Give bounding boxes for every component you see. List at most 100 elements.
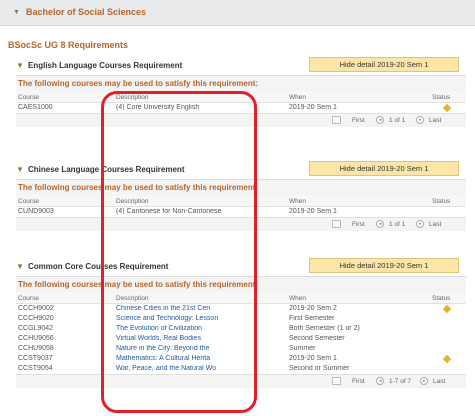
course-code: CAES1000 <box>18 104 53 111</box>
requirement-bar-text: The following courses may be used to sat… <box>18 183 259 192</box>
course-description-link[interactable]: Virtual Worlds, Real Bodies <box>116 335 251 342</box>
requirement-bar: The following courses may be used to sat… <box>16 276 466 292</box>
col-status: Status <box>432 295 451 302</box>
course-when: Second or Summer <box>289 365 350 372</box>
grid-header: Course Description When Status <box>16 292 466 304</box>
course-description-link[interactable]: War, Peace, and the Natural Wo <box>116 365 251 372</box>
course-when: 2019-20 Sem 2 <box>289 305 337 312</box>
course-code: CCST9054 <box>18 365 53 372</box>
course-when: Both Semester (1 or 2) <box>289 325 360 332</box>
course-code: CCHU9058 <box>18 345 54 352</box>
requirement-bar: The following courses may be used to sat… <box>16 179 466 195</box>
circle-arrow-icon[interactable]: ◂ <box>376 377 384 385</box>
pager-range: 1-7 of 7 <box>389 378 412 385</box>
col-status: Status <box>432 94 451 101</box>
course-code: CCST9037 <box>18 355 53 362</box>
circle-arrow-icon[interactable]: ◂ <box>376 116 384 124</box>
grid-header: Course Description When Status <box>16 91 466 103</box>
program-header[interactable]: ▼ Bachelor of Social Sciences <box>0 0 475 26</box>
requirement-bar: The following courses may be used to sat… <box>16 75 466 91</box>
section-common-core: ▼ Common Core Courses Requirement Hide d… <box>16 258 466 388</box>
section-header: ▼ English Language Courses Requirement H… <box>16 57 466 75</box>
col-when: When <box>289 198 306 205</box>
collapse-triangle-icon[interactable]: ▼ <box>13 9 20 16</box>
col-course: Course <box>18 94 39 101</box>
course-code: CCGL9042 <box>18 325 54 332</box>
hide-detail-button[interactable]: Hide detail 2019-20 Sem 1 <box>309 258 459 273</box>
diamond-icon <box>442 304 452 314</box>
course-when: Second Semester <box>289 335 345 342</box>
section-title: English Language Courses Requirement <box>28 61 183 70</box>
course-code: CCHU9056 <box>18 335 54 342</box>
course-when: 2019-20 Sem 1 <box>289 208 337 215</box>
circle-arrow-icon[interactable]: ▸ <box>416 116 424 124</box>
course-description: (4) Core University English <box>116 104 200 111</box>
course-description-link[interactable]: Chinese Cities in the 21st Cen <box>116 305 251 312</box>
table-row[interactable]: CCST9054 War, Peace, and the Natural Wo … <box>16 364 466 374</box>
pager-last[interactable]: Last <box>429 117 441 124</box>
section-chinese: ▼ Chinese Language Courses Requirement H… <box>16 161 466 231</box>
pager-first[interactable]: First <box>352 117 365 124</box>
requirements-title: BSocSc UG 8 Requirements <box>8 40 129 50</box>
program-title: Bachelor of Social Sciences <box>26 7 147 17</box>
section-title: Chinese Language Courses Requirement <box>28 165 185 174</box>
col-description: Description <box>116 94 149 101</box>
col-course: Course <box>18 295 39 302</box>
triangle-down-icon[interactable]: ▼ <box>16 61 24 70</box>
table-row[interactable]: CUND9003 (4) Cantonese for Non-Cantonese… <box>16 207 466 217</box>
circle-arrow-icon[interactable]: ▸ <box>420 377 428 385</box>
course-when: Summer <box>289 345 316 352</box>
triangle-down-icon[interactable]: ▼ <box>16 165 24 174</box>
course-when: 2019-20 Sem 1 <box>289 104 337 111</box>
course-description-link[interactable]: The Evolution of Civilization <box>116 325 251 332</box>
table-row[interactable]: CCGL9042 The Evolution of Civilization B… <box>16 324 466 334</box>
triangle-down-icon[interactable]: ▼ <box>16 262 24 271</box>
course-description-link[interactable]: Science and Technology: Lesson <box>116 315 251 322</box>
course-description: (4) Cantonese for Non-Cantonese <box>116 208 222 215</box>
pager-range: 1 of 1 <box>389 221 406 228</box>
section-english: ▼ English Language Courses Requirement H… <box>16 57 466 127</box>
table-row[interactable]: CCST9037 Mathematics: A Cultural Herita … <box>16 354 466 364</box>
table-row[interactable]: CCCH9002 Chinese Cities in the 21st Cen … <box>16 304 466 314</box>
course-description-link[interactable]: Mathematics: A Cultural Herita <box>116 355 251 362</box>
requirement-bar-text: The following courses may be used to sat… <box>18 280 259 289</box>
course-code: CCCH9020 <box>18 315 54 322</box>
course-when: 2019-20 Sem 1 <box>289 355 337 362</box>
col-description: Description <box>116 295 149 302</box>
section-header: ▼ Common Core Courses Requirement Hide d… <box>16 258 466 276</box>
diamond-icon <box>442 354 452 364</box>
grid-header: Course Description When Status <box>16 195 466 207</box>
table-row[interactable]: CCHU9058 Nature in the City: Beyond the … <box>16 344 466 354</box>
section-header: ▼ Chinese Language Courses Requirement H… <box>16 161 466 179</box>
hide-detail-button[interactable]: Hide detail 2019-20 Sem 1 <box>309 161 459 176</box>
section-title: Common Core Courses Requirement <box>28 262 169 271</box>
grid-view-icon[interactable] <box>332 377 341 385</box>
grid-view-icon[interactable] <box>332 220 341 228</box>
col-course: Course <box>18 198 39 205</box>
pager-range: 1 of 1 <box>389 117 406 124</box>
hide-detail-button[interactable]: Hide detail 2019-20 Sem 1 <box>309 57 459 72</box>
requirement-bar-text: The following courses may be used to sat… <box>18 79 259 88</box>
course-when: First Semester <box>289 315 335 322</box>
diamond-icon <box>442 103 452 113</box>
table-row[interactable]: CCHU9056 Virtual Worlds, Real Bodies Sec… <box>16 334 466 344</box>
course-code: CCCH9002 <box>18 305 54 312</box>
pager-first[interactable]: First <box>352 221 365 228</box>
pager: First ◂ 1 of 1 ▸ Last <box>16 113 466 127</box>
table-row[interactable]: CCCH9020 Science and Technology: Lesson … <box>16 314 466 324</box>
col-when: When <box>289 94 306 101</box>
circle-arrow-icon[interactable]: ◂ <box>376 220 384 228</box>
col-status: Status <box>432 198 451 205</box>
pager: First ◂ 1-7 of 7 ▸ Last <box>16 374 466 388</box>
pager: First ◂ 1 of 1 ▸ Last <box>16 217 466 231</box>
pager-last[interactable]: Last <box>433 378 445 385</box>
circle-arrow-icon[interactable]: ▸ <box>416 220 424 228</box>
course-code: CUND9003 <box>18 208 54 215</box>
pager-last[interactable]: Last <box>429 221 441 228</box>
course-description-link[interactable]: Nature in the City: Beyond the <box>116 345 251 352</box>
grid-view-icon[interactable] <box>332 116 341 124</box>
col-when: When <box>289 295 306 302</box>
pager-first[interactable]: First <box>352 378 365 385</box>
table-row[interactable]: CAES1000 (4) Core University English 201… <box>16 103 466 113</box>
col-description: Description <box>116 198 149 205</box>
